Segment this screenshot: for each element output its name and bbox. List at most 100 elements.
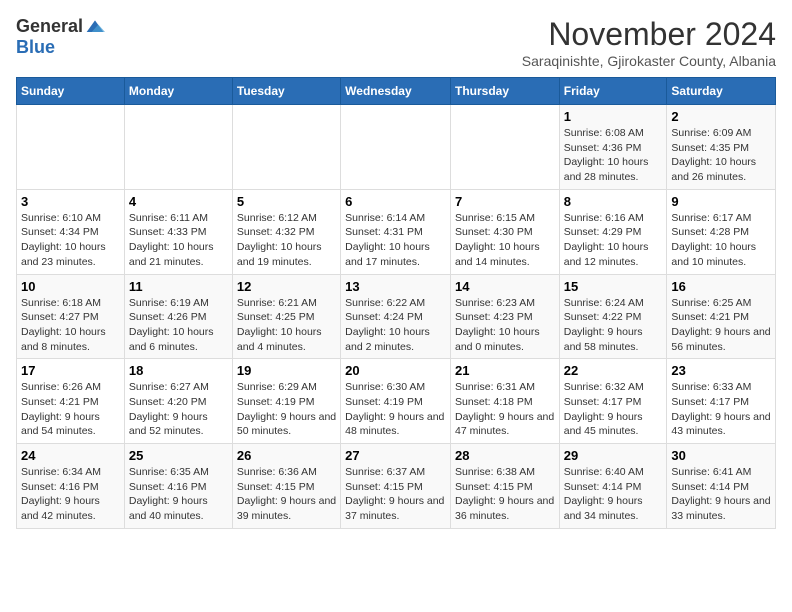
week-row-2: 10 Sunrise: 6:18 AM Sunset: 4:27 PM Dayli… [17,274,776,359]
day-number: 4 [129,194,228,209]
day-info: Sunrise: 6:29 AM Sunset: 4:19 PM Dayligh… [237,380,336,439]
calendar-cell: 17 Sunrise: 6:26 AM Sunset: 4:21 PM Dayli… [17,359,125,444]
day-info: Sunrise: 6:15 AM Sunset: 4:30 PM Dayligh… [455,211,555,270]
day-number: 8 [564,194,663,209]
day-info: Sunrise: 6:09 AM Sunset: 4:35 PM Dayligh… [671,126,771,185]
day-number: 13 [345,279,446,294]
calendar-cell: 11 Sunrise: 6:19 AM Sunset: 4:26 PM Dayli… [124,274,232,359]
calendar-cell: 7 Sunrise: 6:15 AM Sunset: 4:30 PM Daylig… [450,189,559,274]
calendar-cell: 23 Sunrise: 6:33 AM Sunset: 4:17 PM Dayli… [667,359,776,444]
calendar-cell: 29Sunrise: 6:40 AM Sunset: 4:14 PM Dayli… [559,444,667,529]
calendar-cell [124,105,232,190]
calendar-cell: 28 Sunrise: 6:38 AM Sunset: 4:15 PM Dayli… [450,444,559,529]
day-info: Sunrise: 6:19 AM Sunset: 4:26 PM Dayligh… [129,296,228,355]
day-number: 7 [455,194,555,209]
calendar-cell: 18 Sunrise: 6:27 AM Sunset: 4:20 PM Dayli… [124,359,232,444]
day-number: 20 [345,363,446,378]
day-info: Sunrise: 6:22 AM Sunset: 4:24 PM Dayligh… [345,296,446,355]
day-number: 19 [237,363,336,378]
calendar-cell: 13 Sunrise: 6:22 AM Sunset: 4:24 PM Dayli… [341,274,451,359]
calendar-cell: 9Sunrise: 6:17 AM Sunset: 4:28 PM Daylig… [667,189,776,274]
day-info: Sunrise: 6:33 AM Sunset: 4:17 PM Dayligh… [671,380,771,439]
day-number: 21 [455,363,555,378]
header-row: SundayMondayTuesdayWednesdayThursdayFrid… [17,78,776,105]
day-number: 5 [237,194,336,209]
day-info: Sunrise: 6:24 AM Sunset: 4:22 PM Dayligh… [564,296,663,355]
day-number: 17 [21,363,120,378]
calendar-cell: 4Sunrise: 6:11 AM Sunset: 4:33 PM Daylig… [124,189,232,274]
calendar-cell: 3 Sunrise: 6:10 AM Sunset: 4:34 PM Daylig… [17,189,125,274]
day-number: 22 [564,363,663,378]
day-info: Sunrise: 6:14 AM Sunset: 4:31 PM Dayligh… [345,211,446,270]
calendar-cell: 5Sunrise: 6:12 AM Sunset: 4:32 PM Daylig… [232,189,340,274]
calendar-cell: 20 Sunrise: 6:30 AM Sunset: 4:19 PM Dayli… [341,359,451,444]
day-number: 24 [21,448,120,463]
calendar-cell: 15 Sunrise: 6:24 AM Sunset: 4:22 PM Dayli… [559,274,667,359]
day-number: 27 [345,448,446,463]
calendar-cell: 22 Sunrise: 6:32 AM Sunset: 4:17 PM Dayli… [559,359,667,444]
day-info: Sunrise: 6:38 AM Sunset: 4:15 PM Dayligh… [455,465,555,524]
day-info: Sunrise: 6:27 AM Sunset: 4:20 PM Dayligh… [129,380,228,439]
day-info: Sunrise: 6:37 AM Sunset: 4:15 PM Dayligh… [345,465,446,524]
calendar-cell: 27 Sunrise: 6:37 AM Sunset: 4:15 PM Dayli… [341,444,451,529]
day-info: Sunrise: 6:31 AM Sunset: 4:18 PM Dayligh… [455,380,555,439]
day-info: Sunrise: 6:26 AM Sunset: 4:21 PM Dayligh… [21,380,120,439]
day-number: 28 [455,448,555,463]
day-info: Sunrise: 6:36 AM Sunset: 4:15 PM Dayligh… [237,465,336,524]
calendar-cell: 16Sunrise: 6:25 AM Sunset: 4:21 PM Dayli… [667,274,776,359]
calendar-cell: 19 Sunrise: 6:29 AM Sunset: 4:19 PM Dayli… [232,359,340,444]
day-number: 30 [671,448,771,463]
header-day-friday: Friday [559,78,667,105]
day-info: Sunrise: 6:40 AM Sunset: 4:14 PM Dayligh… [564,465,663,524]
day-number: 25 [129,448,228,463]
logo: General Blue [16,16,105,58]
calendar-cell: 2Sunrise: 6:09 AM Sunset: 4:35 PM Daylig… [667,105,776,190]
header-day-sunday: Sunday [17,78,125,105]
calendar-cell: 21 Sunrise: 6:31 AM Sunset: 4:18 PM Dayli… [450,359,559,444]
day-number: 3 [21,194,120,209]
week-row-4: 24 Sunrise: 6:34 AM Sunset: 4:16 PM Dayli… [17,444,776,529]
day-number: 1 [564,109,663,124]
day-info: Sunrise: 6:18 AM Sunset: 4:27 PM Dayligh… [21,296,120,355]
calendar-cell: 8 Sunrise: 6:16 AM Sunset: 4:29 PM Daylig… [559,189,667,274]
day-number: 6 [345,194,446,209]
day-info: Sunrise: 6:25 AM Sunset: 4:21 PM Dayligh… [671,296,771,355]
day-number: 15 [564,279,663,294]
calendar-cell [341,105,451,190]
calendar-table: SundayMondayTuesdayWednesdayThursdayFrid… [16,77,776,529]
day-number: 11 [129,279,228,294]
calendar-cell: 12Sunrise: 6:21 AM Sunset: 4:25 PM Dayli… [232,274,340,359]
calendar-header: SundayMondayTuesdayWednesdayThursdayFrid… [17,78,776,105]
calendar-body: 1 Sunrise: 6:08 AM Sunset: 4:36 PM Daylig… [17,105,776,529]
week-row-0: 1 Sunrise: 6:08 AM Sunset: 4:36 PM Daylig… [17,105,776,190]
day-number: 10 [21,279,120,294]
day-info: Sunrise: 6:32 AM Sunset: 4:17 PM Dayligh… [564,380,663,439]
header-day-wednesday: Wednesday [341,78,451,105]
week-row-1: 3 Sunrise: 6:10 AM Sunset: 4:34 PM Daylig… [17,189,776,274]
day-info: Sunrise: 6:30 AM Sunset: 4:19 PM Dayligh… [345,380,446,439]
day-number: 18 [129,363,228,378]
logo-general-text: General [16,16,83,37]
header-day-saturday: Saturday [667,78,776,105]
day-info: Sunrise: 6:08 AM Sunset: 4:36 PM Dayligh… [564,126,663,185]
day-number: 14 [455,279,555,294]
day-info: Sunrise: 6:23 AM Sunset: 4:23 PM Dayligh… [455,296,555,355]
header-day-thursday: Thursday [450,78,559,105]
header-day-tuesday: Tuesday [232,78,340,105]
logo-icon [85,17,105,37]
day-info: Sunrise: 6:35 AM Sunset: 4:16 PM Dayligh… [129,465,228,524]
day-info: Sunrise: 6:16 AM Sunset: 4:29 PM Dayligh… [564,211,663,270]
day-info: Sunrise: 6:34 AM Sunset: 4:16 PM Dayligh… [21,465,120,524]
calendar-cell: 30 Sunrise: 6:41 AM Sunset: 4:14 PM Dayli… [667,444,776,529]
day-info: Sunrise: 6:21 AM Sunset: 4:25 PM Dayligh… [237,296,336,355]
calendar-cell: 26Sunrise: 6:36 AM Sunset: 4:15 PM Dayli… [232,444,340,529]
calendar-cell: 1 Sunrise: 6:08 AM Sunset: 4:36 PM Daylig… [559,105,667,190]
day-info: Sunrise: 6:17 AM Sunset: 4:28 PM Dayligh… [671,211,771,270]
calendar-cell: 25 Sunrise: 6:35 AM Sunset: 4:16 PM Dayli… [124,444,232,529]
day-number: 23 [671,363,771,378]
day-info: Sunrise: 6:10 AM Sunset: 4:34 PM Dayligh… [21,211,120,270]
day-info: Sunrise: 6:41 AM Sunset: 4:14 PM Dayligh… [671,465,771,524]
logo-blue-text: Blue [16,37,55,58]
header-day-monday: Monday [124,78,232,105]
week-row-3: 17 Sunrise: 6:26 AM Sunset: 4:21 PM Dayli… [17,359,776,444]
